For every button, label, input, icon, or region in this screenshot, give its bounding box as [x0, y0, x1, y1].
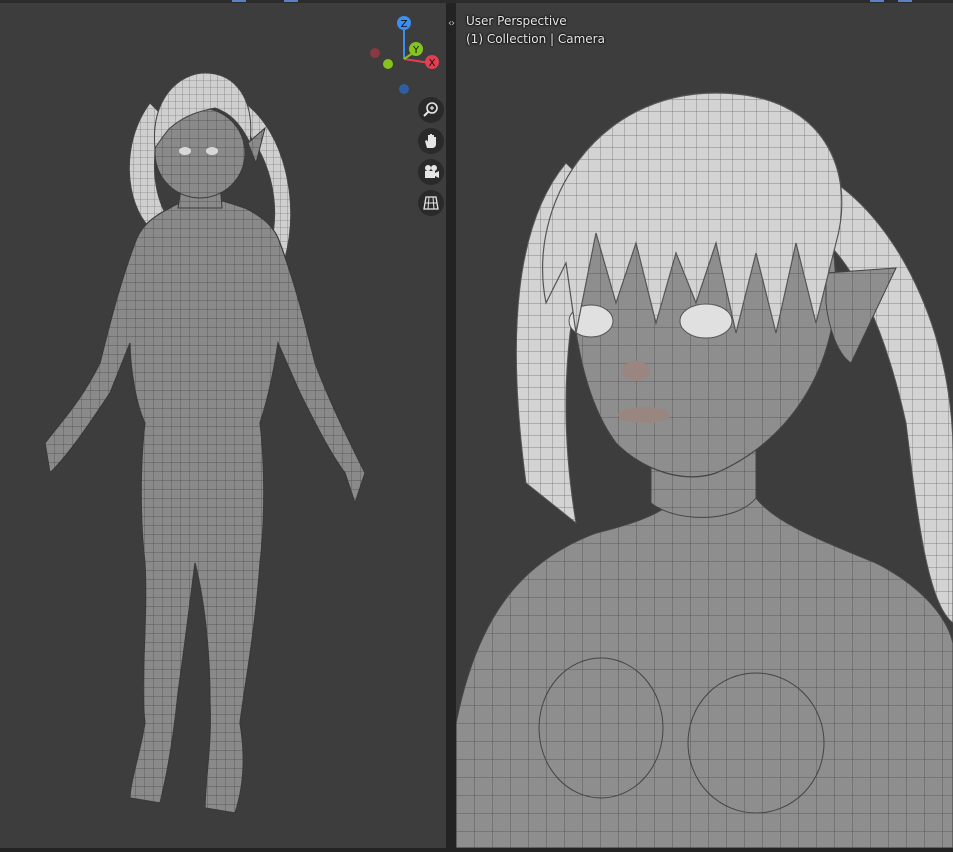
gizmo-neg-y-axis[interactable] [383, 59, 393, 69]
viewport-collection-label: (1) Collection | Camera [466, 32, 605, 46]
zoom-icon [423, 102, 438, 117]
ortho-grid-icon [423, 196, 439, 210]
viewport-splitter[interactable]: ‹› [446, 3, 456, 852]
pan-button[interactable] [418, 128, 444, 154]
gizmo-y-label: Y [412, 45, 420, 56]
character-full-body-mesh [44, 72, 366, 814]
zoom-button[interactable] [418, 97, 444, 123]
gizmo-z-label: Z [401, 19, 408, 30]
character-closeup-mesh [456, 92, 953, 848]
bottom-border [0, 848, 953, 852]
hand-pan-icon [425, 134, 436, 148]
splitter-arrows-icon: ‹› [448, 18, 455, 29]
navigation-gizmo[interactable]: Z Y X [364, 11, 444, 101]
header-tab-marker[interactable] [232, 0, 246, 2]
viewport-left[interactable]: Z Y X [0, 3, 446, 848]
ortho-toggle-button[interactable] [418, 190, 444, 216]
camera-view-button[interactable] [418, 159, 444, 185]
header-tab-marker[interactable] [870, 0, 884, 2]
header-tab-marker[interactable] [284, 0, 298, 2]
gizmo-x-label: X [429, 58, 436, 69]
gizmo-neg-z-axis[interactable] [399, 84, 409, 94]
camera-icon [425, 165, 439, 178]
header-tab-marker[interactable] [898, 0, 912, 2]
viewport-right[interactable]: User Perspective (1) Collection | Camera [456, 3, 953, 848]
gizmo-neg-x-axis[interactable] [370, 48, 380, 58]
viewport-perspective-label: User Perspective [466, 14, 567, 28]
